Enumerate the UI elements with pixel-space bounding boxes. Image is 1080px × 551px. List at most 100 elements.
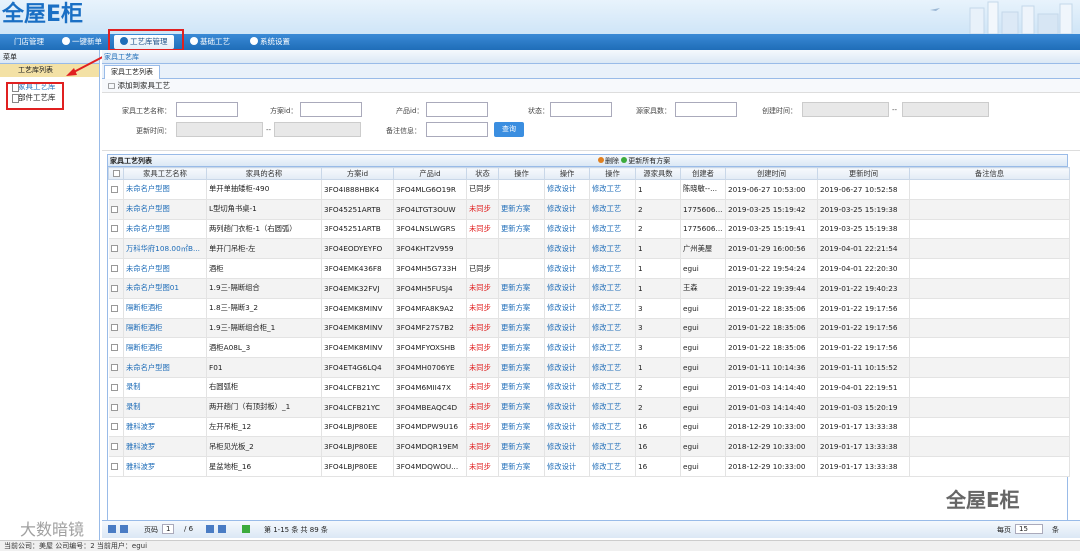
row-checkbox[interactable] xyxy=(108,436,124,458)
row-checkbox[interactable] xyxy=(108,337,124,359)
craft-name-link[interactable]: 雅科波罗 xyxy=(123,436,207,458)
craft-name-link[interactable]: 录制 xyxy=(123,397,207,418)
craft-name-link[interactable]: 万科华府108.00㎡B... xyxy=(123,238,207,260)
edit-design-link[interactable]: 修改设计 xyxy=(544,337,590,359)
edit-design-link[interactable]: 修改设计 xyxy=(544,417,590,438)
craft-name-link[interactable]: 未命名户型图 xyxy=(123,258,207,279)
edit-craft-link[interactable]: 修改工艺 xyxy=(589,258,636,279)
last-page-button[interactable] xyxy=(218,525,226,535)
edit-design-link[interactable]: 修改设计 xyxy=(544,456,590,477)
table-row[interactable]: 万科华府108.00㎡B... 单开门吊柜-左 3FO4EODYEYFO 3FO4KH… xyxy=(108,238,1070,260)
edit-design-link[interactable]: 修改设计 xyxy=(544,238,590,260)
edit-craft-link[interactable]: 修改工艺 xyxy=(589,199,636,220)
table-row[interactable]: 未命名户型图 单开单抽矮柜-490 3FO4I888HBK4 3FO4MLG6O19R… xyxy=(108,179,1070,200)
col-header[interactable]: 产品id xyxy=(393,167,467,180)
delete-button[interactable]: 删除 xyxy=(598,157,619,165)
table-row[interactable]: 未命名户型图 F01 3FO4ET4G6LQ4 3FO4MH0706YE 未同步 更新方案… xyxy=(108,357,1070,378)
edit-design-link[interactable]: 修改设计 xyxy=(544,278,590,299)
edit-design-link[interactable]: 修改设计 xyxy=(544,318,590,339)
table-row[interactable]: 未命名户型图 两列趟门衣柜-1（右圆弧） 3FO45251ARTB 3FO4LNSLW… xyxy=(108,219,1070,240)
col-header[interactable]: 家具的名称 xyxy=(206,167,322,180)
row-checkbox[interactable] xyxy=(108,298,124,319)
edit-craft-link[interactable]: 修改工艺 xyxy=(589,397,636,418)
craft-name-input[interactable] xyxy=(176,102,238,117)
row-checkbox[interactable] xyxy=(108,318,124,339)
row-checkbox[interactable] xyxy=(108,238,124,260)
row-checkbox[interactable] xyxy=(108,397,124,418)
row-checkbox[interactable] xyxy=(108,417,124,438)
col-header[interactable]: 操作 xyxy=(589,167,636,180)
table-row[interactable]: 未命名户型图01 1.9三-隔断组合 3FO4EMK32FVJ 3FO4MH5FUSJ… xyxy=(108,278,1070,299)
refresh-button[interactable] xyxy=(242,525,250,535)
col-header[interactable]: 操作 xyxy=(498,167,545,180)
table-row[interactable]: 未命名户型图 酒柜 3FO4EMK436F8 3FO4MH5G733H 已同步 修改设计修… xyxy=(108,258,1070,279)
row-checkbox[interactable] xyxy=(108,219,124,240)
update-square-link[interactable] xyxy=(498,258,545,279)
edit-craft-link[interactable]: 修改工艺 xyxy=(589,417,636,438)
col-header[interactable]: 操作 xyxy=(544,167,590,180)
next-page-button[interactable] xyxy=(206,525,214,535)
remark-input[interactable] xyxy=(426,122,488,137)
table-row[interactable]: 雅科波罗 左开吊柜_12 3FO4LBJP80EE 3FO4MDPW9U16 未同步 更新… xyxy=(108,417,1070,438)
product-id-input[interactable] xyxy=(426,102,488,117)
edit-craft-link[interactable]: 修改工艺 xyxy=(589,238,636,260)
nav-basic-craft[interactable]: 基础工艺 xyxy=(190,35,230,49)
update-square-link[interactable]: 更新方案 xyxy=(498,377,545,398)
edit-craft-link[interactable]: 修改工艺 xyxy=(589,436,636,458)
craft-name-link[interactable]: 未命名户型图 xyxy=(123,179,207,200)
update-square-link[interactable] xyxy=(498,179,545,200)
col-header[interactable]: 创建时间 xyxy=(725,167,818,180)
nav-quick-order[interactable]: 一键新单 xyxy=(62,35,102,49)
per-page-select[interactable]: 15 xyxy=(1015,524,1043,534)
create-time-start[interactable] xyxy=(802,102,889,117)
row-checkbox[interactable] xyxy=(108,456,124,477)
update-square-link[interactable]: 更新方案 xyxy=(498,456,545,477)
tab-furniture-craft-list[interactable]: 家具工艺列表 xyxy=(104,65,160,79)
page-input[interactable]: 1 xyxy=(162,524,175,534)
craft-name-link[interactable]: 未命名户型图 xyxy=(123,357,207,378)
col-header[interactable]: 方案id xyxy=(321,167,394,180)
edit-design-link[interactable]: 修改设计 xyxy=(544,377,590,398)
col-header[interactable]: 源家具数 xyxy=(635,167,681,180)
col-header[interactable]: 更新时间 xyxy=(817,167,910,180)
update-square-link[interactable]: 更新方案 xyxy=(498,337,545,359)
edit-craft-link[interactable]: 修改工艺 xyxy=(589,377,636,398)
craft-name-link[interactable]: 隔断柜酒柜 xyxy=(123,318,207,339)
edit-design-link[interactable]: 修改设计 xyxy=(544,397,590,418)
table-row[interactable]: 雅科波罗 星盆地柜_16 3FO4LBJP80EE 3FO4MDQWOU... 未同步更… xyxy=(108,456,1070,477)
edit-craft-link[interactable]: 修改工艺 xyxy=(589,357,636,378)
update-square-link[interactable]: 更新方案 xyxy=(498,219,545,240)
row-checkbox[interactable] xyxy=(108,258,124,279)
edit-craft-link[interactable]: 修改工艺 xyxy=(589,318,636,339)
edit-design-link[interactable]: 修改设计 xyxy=(544,199,590,220)
edit-design-link[interactable]: 修改设计 xyxy=(544,298,590,319)
craft-name-link[interactable]: 未命名户型图01 xyxy=(123,278,207,299)
craft-name-link[interactable]: 隔断柜酒柜 xyxy=(123,298,207,319)
table-row[interactable]: 雅科波罗 吊柜见光板_2 3FO4LBJP80EE 3FO4MDQR19EM 未同步 更新… xyxy=(108,436,1070,458)
edit-design-link[interactable]: 修改设计 xyxy=(544,258,590,279)
col-header[interactable]: 备注信息 xyxy=(909,167,1070,180)
update-square-link[interactable]: 更新方案 xyxy=(498,278,545,299)
edit-design-link[interactable]: 修改设计 xyxy=(544,179,590,200)
edit-design-link[interactable]: 修改设计 xyxy=(544,219,590,240)
update-square-link[interactable]: 更新方案 xyxy=(498,357,545,378)
table-row[interactable]: 未命名户型图 L型切角书桌-1 3FO45251ARTB 3FO4LTGT3OUW 未同… xyxy=(108,199,1070,220)
update-square-link[interactable]: 更新方案 xyxy=(498,298,545,319)
nav-store-management[interactable]: 门店管理 xyxy=(14,35,44,49)
edit-craft-link[interactable]: 修改工艺 xyxy=(589,219,636,240)
craft-name-link[interactable]: 录制 xyxy=(123,377,207,398)
update-square-link[interactable]: 更新方案 xyxy=(498,397,545,418)
craft-name-link[interactable]: 隔断柜酒柜 xyxy=(123,337,207,359)
craft-name-link[interactable]: 雅科波罗 xyxy=(123,456,207,477)
craft-name-link[interactable]: 未命名户型图 xyxy=(123,219,207,240)
update-square-link[interactable]: 更新方案 xyxy=(498,318,545,339)
update-square-link[interactable]: 更新方案 xyxy=(498,199,545,220)
create-time-end[interactable] xyxy=(902,102,989,117)
add-furniture-craft-button[interactable]: □ 添加到家具工艺 xyxy=(102,79,1080,93)
update-square-link[interactable]: 更新方案 xyxy=(498,417,545,438)
col-header[interactable]: 状态 xyxy=(466,167,499,180)
edit-design-link[interactable]: 修改设计 xyxy=(544,357,590,378)
craft-name-link[interactable]: 雅科波罗 xyxy=(123,417,207,438)
nav-system-settings[interactable]: 系统设置 xyxy=(250,35,290,49)
state-select[interactable] xyxy=(550,102,612,117)
